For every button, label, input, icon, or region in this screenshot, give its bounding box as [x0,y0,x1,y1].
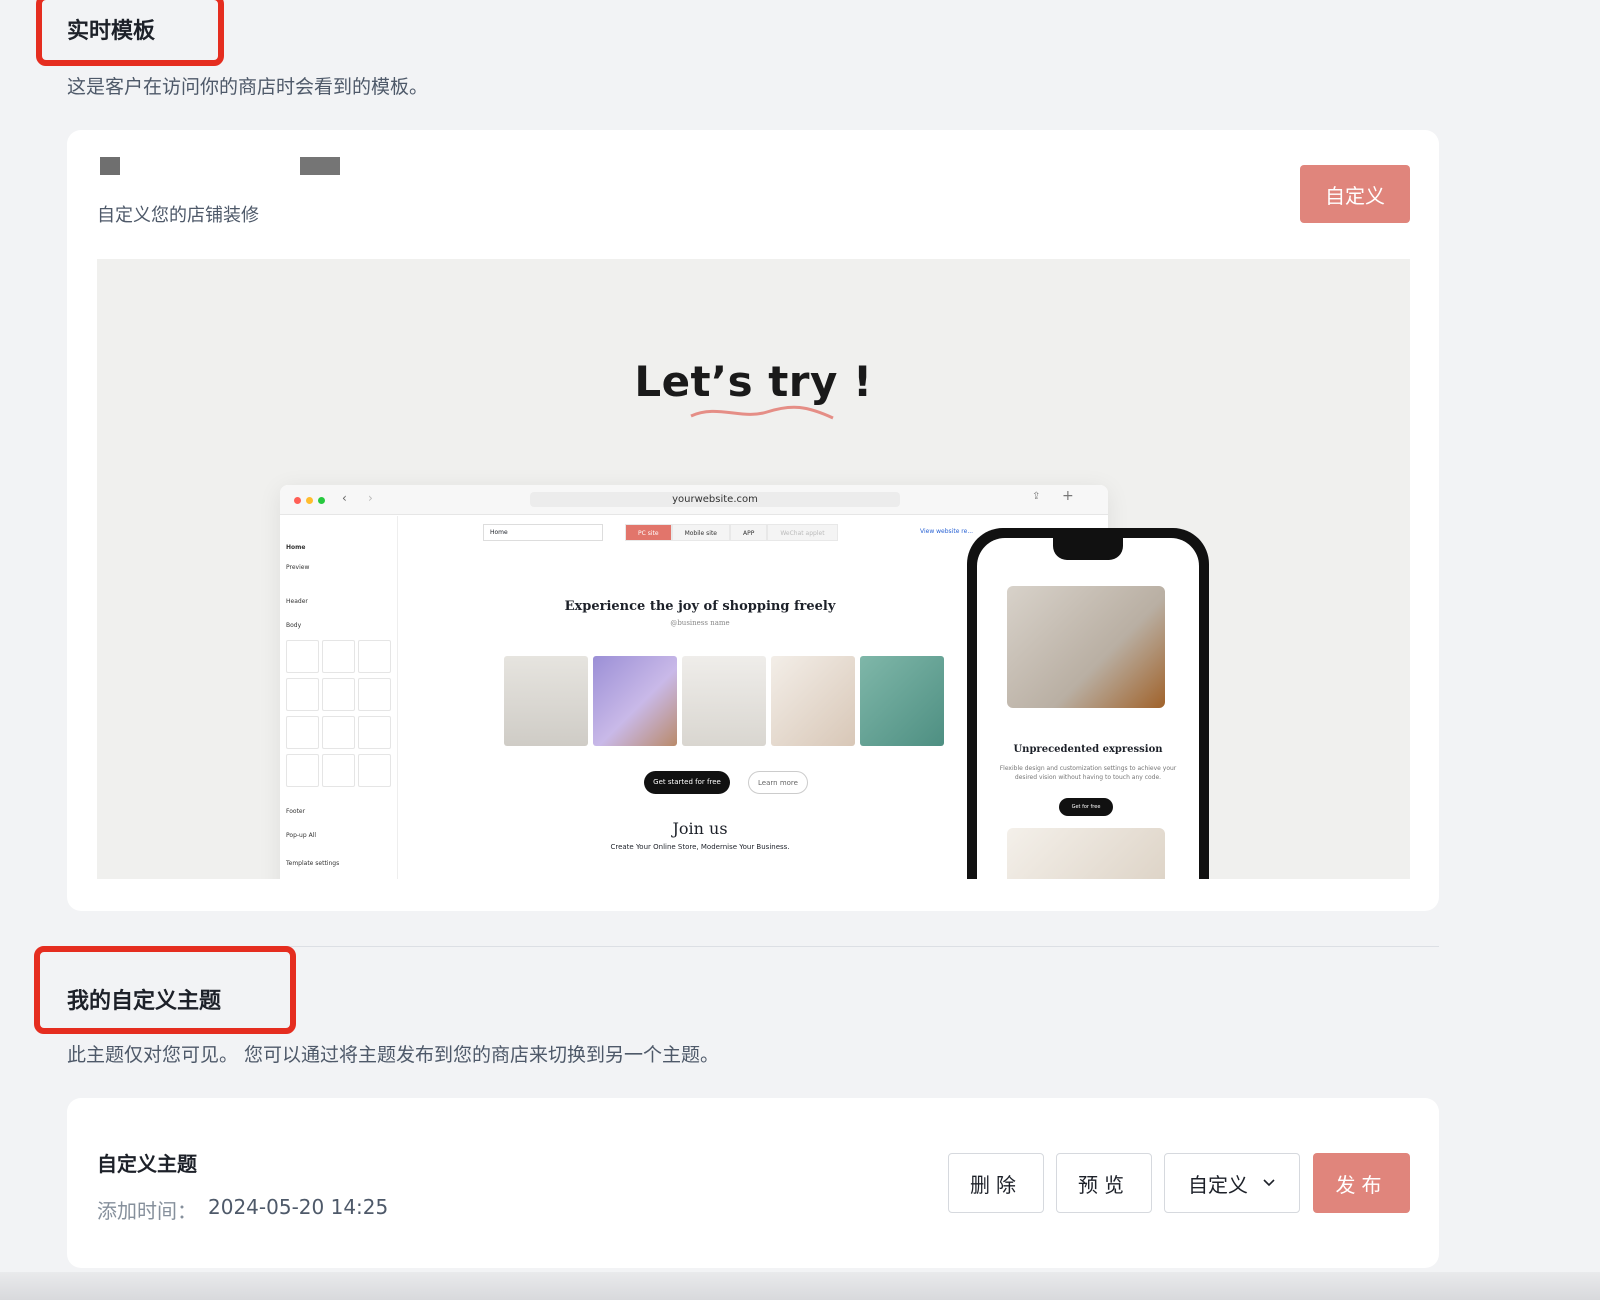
section-description-live-template: 这是客户在访问你的商店时会看到的模板。 [67,76,429,98]
tile-announcement [358,640,391,673]
tab-pc-site: PC site [625,524,672,541]
product-image [593,656,677,746]
tile-text [322,640,355,673]
site-subheading: @business name [670,619,730,627]
bottom-shadow [0,1272,1600,1300]
learn-more-button: Learn more [748,771,808,794]
tab-wechat: WeChat applet [767,524,838,541]
preview-headline: Let’s try ! [634,357,873,406]
close-dot-icon [294,497,301,504]
phone-product-image-2 [1007,828,1165,879]
redacted-block [100,157,120,175]
theme-added-label: 添加时间： [97,1199,197,1223]
tile-product-list [286,716,319,749]
chevron-down-icon [1263,1179,1275,1187]
phone-product-image [1007,586,1165,708]
product-image [771,656,855,746]
customize-button[interactable]: 自定义 [1300,165,1410,223]
underline-squiggle-icon [690,405,834,420]
plus-icon: + [1062,488,1074,504]
sidebar-item: Preview [286,564,310,571]
product-image [860,656,944,746]
sidebar-item: Header [286,598,308,605]
tile-icon-list [322,678,355,711]
tile-image-text [358,716,391,749]
back-icon: ‹ [342,491,347,505]
phone-cta-button: Get for free [1059,798,1113,816]
section-description-my-themes: 此主题仅对您可见。 您可以通过将主题发布到您的商店来切换到另一个主题。 [67,1044,720,1066]
customize-dropdown-button[interactable]: 自定义 [1164,1153,1300,1213]
browser-url-bar: yourwebsite.com [530,492,900,507]
phone-notch [1053,538,1123,560]
share-icon: ⇪ [1032,491,1041,502]
tile-title [286,640,319,673]
tile-promotion [358,678,391,711]
template-preview-image: Let’s try ! ‹ › yourwebsite.com ⇪ + Home… [97,259,1410,879]
sidebar-item: Footer [286,808,306,815]
join-title: Join us [672,819,728,838]
site-tabs: PC site Mobile site APP WeChat applet [625,524,838,541]
sidebar-item: Pop-up All [286,832,317,839]
publish-button[interactable]: 发布 [1313,1153,1410,1213]
phone-title: Unprecedented expression [1013,744,1163,755]
minimize-dot-icon [306,497,313,504]
tile-form [358,754,391,787]
page-select: Home [483,524,603,541]
product-image [682,656,766,746]
editor-sidebar: Home Preview Header Body Footer Pop-up A… [280,516,398,879]
section-title-my-themes: 我的自定义主题 [67,989,222,1014]
get-started-button: Get started for free [644,771,730,794]
tile-divider [286,754,319,787]
card-subtitle: 自定义您的店铺装修 [97,205,259,226]
tile-video [322,754,355,787]
theme-name: 自定义主题 [97,1152,197,1176]
customize-dropdown-label: 自定义 [1188,1172,1248,1197]
sidebar-item: Home [286,544,306,551]
forward-icon: › [368,491,373,505]
redacted-block [300,157,340,175]
delete-button[interactable]: 删除 [948,1153,1044,1213]
maximize-dot-icon [318,497,325,504]
section-title-live-template: 实时模板 [67,19,156,44]
theme-added-time: 2024-05-20 14:25 [208,1195,389,1219]
site-heading: Experience the joy of shopping freely [564,599,836,614]
sidebar-item: Template settings [286,860,340,867]
phone-mockup: Unprecedented expression Flexible design… [967,528,1209,879]
preview-button[interactable]: 预览 [1056,1153,1152,1213]
join-subtitle: Create Your Online Store, Modernise Your… [610,843,790,851]
tab-mobile-site: Mobile site [671,524,730,541]
tile-banner [286,678,319,711]
view-website-link: View website re... [920,528,974,535]
sidebar-item: Body [286,622,302,629]
phone-text: Flexible design and customization settin… [999,765,1177,781]
tab-app: APP [730,524,768,541]
tile-photo [322,716,355,749]
product-image [504,656,588,746]
